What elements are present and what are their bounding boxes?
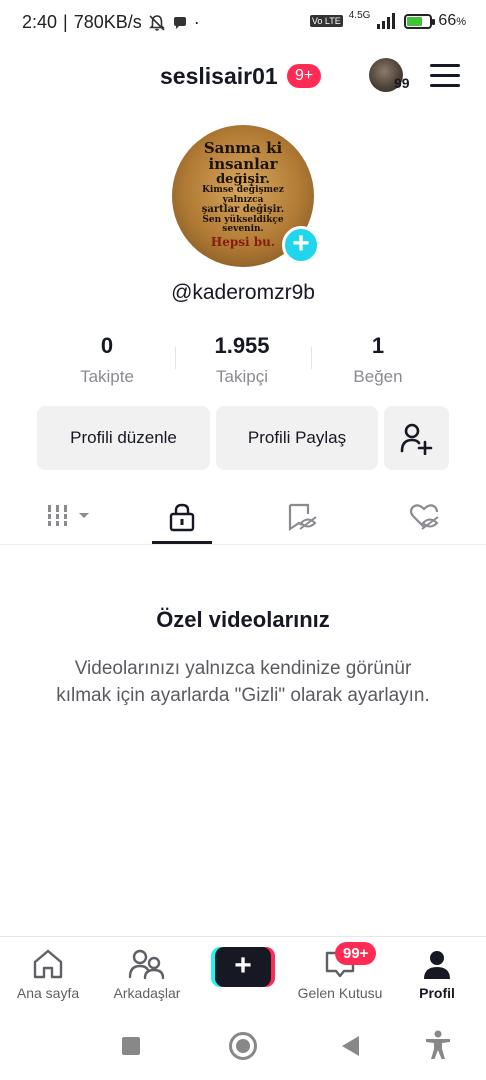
empty-state-title: Özel videolarınız [156, 607, 330, 632]
stat-divider [311, 347, 312, 369]
notification-badge: 9+ [287, 64, 322, 88]
recent-apps-icon[interactable] [122, 1037, 140, 1055]
add-photo-plus-icon[interactable]: + [282, 226, 320, 264]
hamburger-menu-icon[interactable] [430, 64, 460, 88]
profile-picture-text: Sanma ki insanlar değişir. Kimse değişme… [201, 139, 285, 250]
empty-state-description: Videolarınızı yalnızca kendinize görünür… [56, 658, 430, 706]
status-time: 2:40 [22, 12, 58, 32]
status-right: Vo LTE 4.5G 66% [309, 9, 466, 30]
back-triangle-icon[interactable] [342, 1036, 359, 1056]
battery-percent: 66% [438, 12, 466, 29]
add-friend-button[interactable] [384, 406, 449, 470]
accessibility-icon[interactable] [424, 1030, 452, 1060]
home-icon [33, 949, 63, 979]
system-navigation-bar [0, 1010, 486, 1080]
stat-likes[interactable]: 1 Beğen [313, 333, 443, 387]
heart-eye-icon [409, 504, 439, 530]
status-bar: 2:40 | 780KB/s · Vo LTE 4.5G 66% [0, 0, 486, 46]
stat-followers[interactable]: 1.955 Takipçi [177, 333, 307, 387]
bell-off-icon [148, 14, 165, 31]
lock-icon [169, 503, 195, 532]
avatar-count-badge: 99 [394, 75, 410, 91]
profile-header: seslisair01 9+ 99 [0, 55, 486, 101]
friends-icon [128, 949, 165, 980]
active-tab-indicator [152, 541, 212, 544]
nav-profile-label: Profil [419, 985, 455, 1001]
profile-picture-wrap[interactable]: Sanma ki insanlar değişir. Kimse değişme… [172, 125, 320, 267]
tab-private[interactable] [152, 490, 212, 544]
nav-friends[interactable]: Arkadaşlar [102, 937, 192, 1011]
status-separator: | [63, 12, 68, 32]
bookmark-eye-icon [288, 503, 317, 532]
nav-friends-label: Arkadaşlar [113, 985, 181, 1001]
home-circle-icon[interactable] [229, 1032, 257, 1060]
status-speed: 780KB/s [73, 12, 142, 32]
chat-bubble-icon [173, 16, 186, 29]
tab-saved[interactable] [273, 490, 333, 544]
volte-icon: Vo LTE [309, 15, 343, 27]
network-type: 4.5G [348, 9, 371, 21]
add-person-icon [400, 423, 432, 455]
nav-inbox-label: Gelen Kutusu [297, 985, 383, 1001]
plus-icon: + [215, 947, 271, 987]
share-profile-button[interactable]: Profili Paylaş [216, 406, 378, 470]
profile-icon [424, 951, 450, 979]
battery-fill [407, 16, 422, 26]
status-left: 2:40 | 780KB/s · [22, 12, 200, 33]
inbox-badge: 99+ [335, 942, 377, 965]
stat-divider [175, 347, 176, 369]
nav-home-label: Ana sayfa [16, 985, 80, 1001]
status-dot: · [193, 12, 200, 32]
grid-dropdown-icon [48, 505, 89, 526]
stat-following-label: Takipte [80, 367, 134, 386]
profile-stats: 0 Takipte 1.955 Takipçi 1 Beğen [0, 333, 486, 393]
battery-icon [404, 13, 436, 29]
stat-following-value: 0 [100, 333, 114, 358]
edit-profile-button[interactable]: Profili düzenle [37, 406, 210, 470]
stat-likes-value: 1 [371, 333, 385, 358]
nav-home[interactable]: Ana sayfa [8, 937, 88, 1011]
stat-followers-value: 1.955 [214, 333, 270, 358]
stat-likes-label: Beğen [353, 367, 403, 386]
header-username[interactable]: seslisair01 [160, 63, 278, 90]
bottom-navigation: Ana sayfa Arkadaşlar + Gelen Kutusu Prof… [0, 936, 486, 1010]
profile-handle: @kaderomzr9b [171, 281, 315, 304]
tab-liked[interactable] [395, 490, 455, 544]
content-tabs [0, 490, 486, 545]
tab-videos[interactable] [35, 490, 95, 544]
stat-following[interactable]: 0 Takipte [42, 333, 172, 387]
signal-icon [377, 13, 396, 29]
stat-followers-label: Takipçi [216, 367, 268, 386]
create-video-button[interactable]: + [211, 947, 275, 987]
nav-profile[interactable]: Profil [404, 937, 470, 1011]
